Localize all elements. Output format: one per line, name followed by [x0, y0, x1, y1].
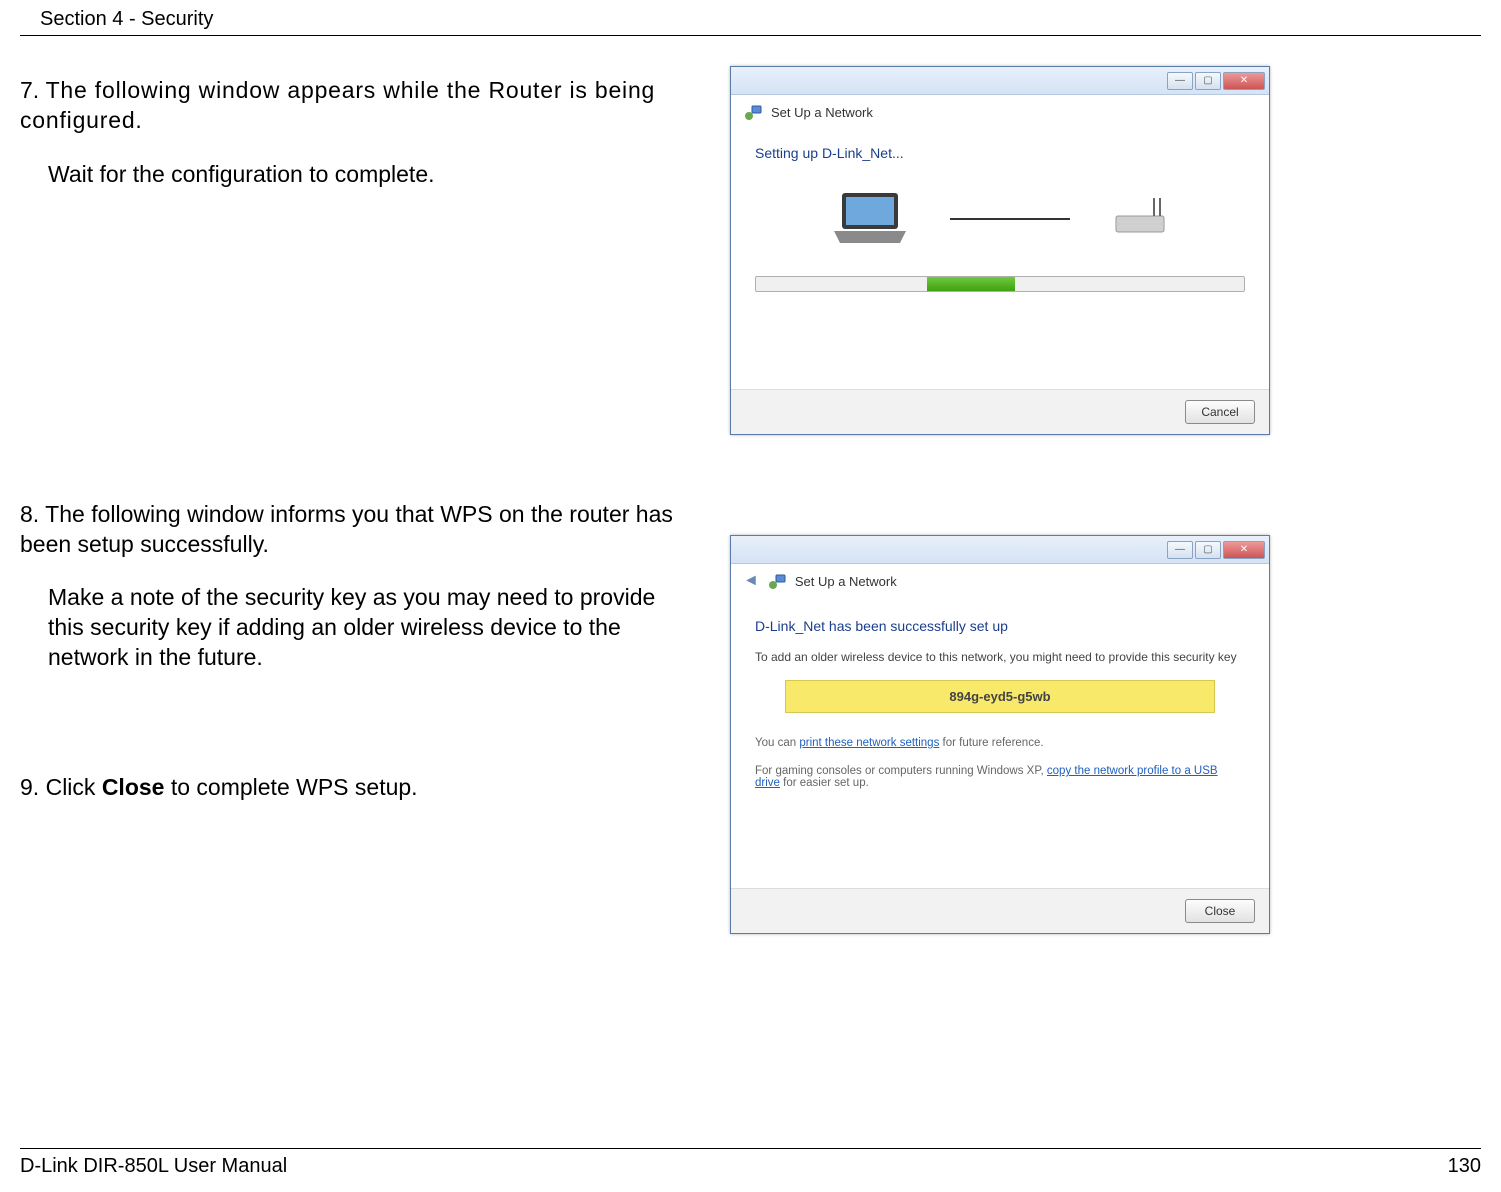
- print-settings-link[interactable]: print these network settings: [799, 737, 939, 749]
- step-7-body: Wait for the configuration to complete.: [20, 160, 690, 190]
- step-7-text: The following window appears while the R…: [20, 77, 655, 133]
- step-9-pre: Click: [46, 774, 102, 800]
- network-icon-2: [767, 572, 787, 590]
- dialog-title-2: Set Up a Network: [795, 574, 897, 589]
- security-key-box: 894g-eyd5-g5wb: [785, 680, 1215, 713]
- dialog-header-2: ◄ Set Up a Network: [731, 564, 1269, 598]
- info-text: To add an older wireless device to this …: [755, 650, 1245, 664]
- window-2-body: D-Link_Net has been successfully set up …: [731, 598, 1269, 888]
- step-9-bold: Close: [102, 774, 165, 800]
- screenshots-column: — ▢ ✕ Set Up a Network Setting up D-Link…: [730, 66, 1481, 934]
- step-9: 9. Click Close to complete WPS setup.: [20, 773, 690, 803]
- close-window-button-2[interactable]: ✕: [1223, 541, 1265, 559]
- titlebar-1: — ▢ ✕: [731, 67, 1269, 95]
- titlebar-2: — ▢ ✕: [731, 536, 1269, 564]
- maximize-button-2[interactable]: ▢: [1195, 541, 1221, 559]
- close-button[interactable]: Close: [1185, 899, 1255, 923]
- usb-hint: For gaming consoles or computers running…: [755, 765, 1245, 789]
- button-row-1: Cancel: [731, 389, 1269, 434]
- section-header: Section 4 - Security: [20, 0, 1481, 36]
- step-8-text: The following window informs you that WP…: [20, 501, 673, 557]
- setup-status-text: Setting up D-Link_Net...: [755, 145, 1245, 161]
- maximize-button[interactable]: ▢: [1195, 72, 1221, 90]
- step-8: 8. The following window informs you that…: [20, 500, 690, 673]
- back-icon[interactable]: ◄: [743, 572, 759, 590]
- step-9-number: 9.: [20, 774, 39, 800]
- step-7-number: 7.: [20, 77, 39, 103]
- success-title: D-Link_Net has been successfully set up: [755, 618, 1245, 634]
- gaming-pre: For gaming consoles or computers running…: [755, 765, 1047, 777]
- page-number: 130: [1448, 1155, 1481, 1178]
- cancel-button[interactable]: Cancel: [1185, 400, 1255, 424]
- minimize-button[interactable]: —: [1167, 72, 1193, 90]
- close-window-button[interactable]: ✕: [1223, 72, 1265, 90]
- progress-fill: [927, 277, 1015, 291]
- gaming-post: for easier set up.: [780, 777, 869, 789]
- step-7: 7. The following window appears while th…: [20, 76, 690, 190]
- dialog-header-1: Set Up a Network: [731, 95, 1269, 129]
- laptop-icon: [830, 191, 910, 246]
- router-icon: [1110, 196, 1170, 241]
- print-hint: You can print these network settings for…: [755, 737, 1245, 749]
- window-1-body: Setting up D-Link_Net...: [731, 129, 1269, 389]
- step-9-post: to complete WPS setup.: [164, 774, 417, 800]
- device-diagram: [755, 191, 1245, 246]
- youcan-pre: You can: [755, 737, 799, 749]
- minimize-button-2[interactable]: —: [1167, 541, 1193, 559]
- youcan-post: for future reference.: [939, 737, 1043, 749]
- dialog-title-1: Set Up a Network: [771, 105, 873, 120]
- step-8-body: Make a note of the security key as you m…: [20, 583, 690, 673]
- progress-bar: [755, 276, 1245, 292]
- manual-title: D-Link DIR-850L User Manual: [20, 1155, 287, 1178]
- page-footer: D-Link DIR-850L User Manual 130: [20, 1148, 1481, 1178]
- network-icon: [743, 103, 763, 121]
- instructions-column: 7. The following window appears while th…: [20, 66, 690, 934]
- page-content: 7. The following window appears while th…: [0, 36, 1501, 934]
- connection-line: [950, 218, 1070, 220]
- step-8-number: 8.: [20, 501, 39, 527]
- window-success: — ▢ ✕ ◄ Set Up a Network D-Link_Net has …: [730, 535, 1270, 934]
- button-row-2: Close: [731, 888, 1269, 933]
- window-configuring: — ▢ ✕ Set Up a Network Setting up D-Link…: [730, 66, 1270, 435]
